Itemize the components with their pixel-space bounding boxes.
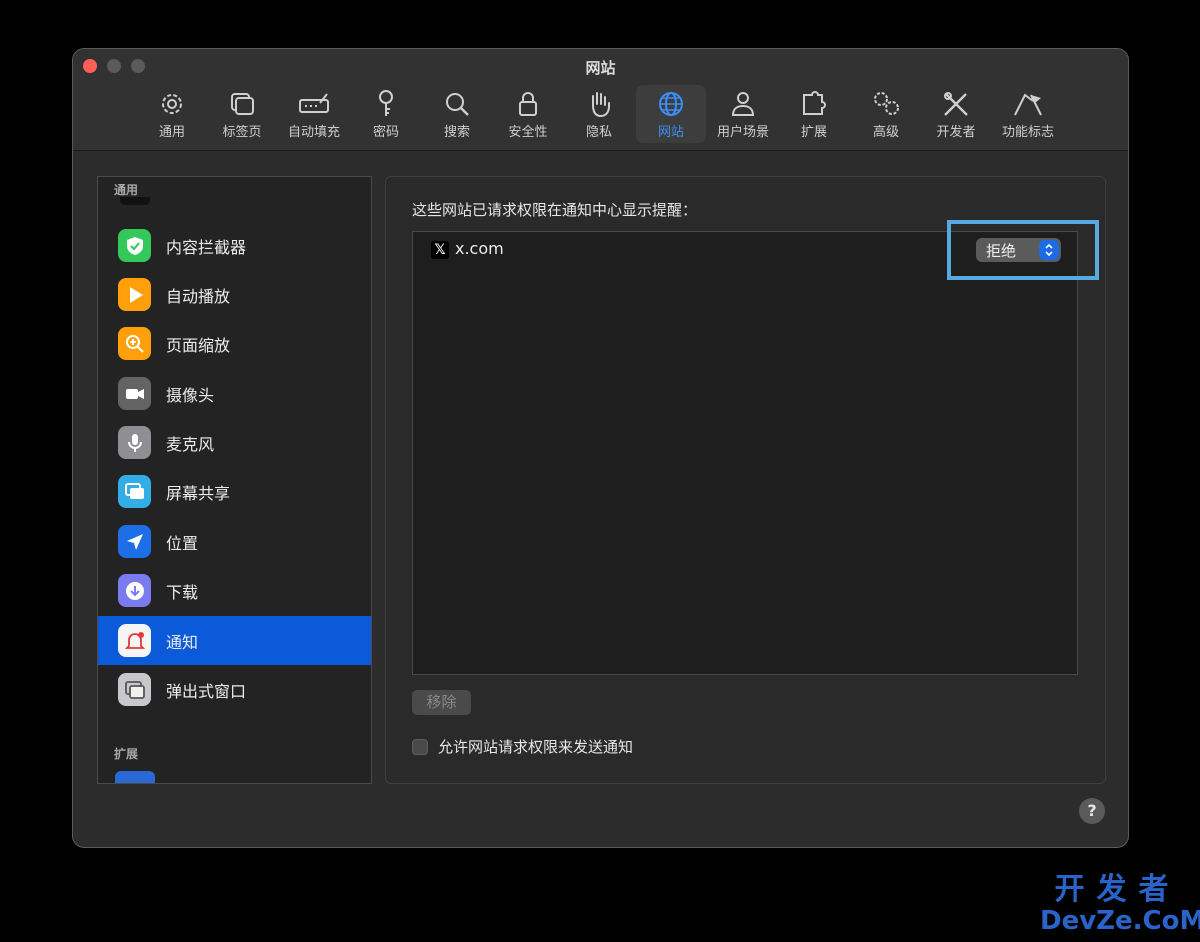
tab-search[interactable]: 搜索 [422,85,492,143]
sidebar-item-label: 通知 [166,632,199,652]
bell-icon [118,624,151,657]
flags-icon [1014,93,1042,116]
sidebar-item-notifications[interactable]: 通知 [98,616,371,665]
tab-general[interactable]: 通用 [137,85,207,143]
sidebar-item-label: 位置 [166,533,199,553]
autofill-icon [299,93,329,113]
tab-websites[interactable]: 网站 [636,85,706,143]
sidebar-item-label: 弹出式窗口 [166,681,247,701]
person-icon [731,92,755,116]
tools-icon [944,92,968,116]
sidebar-item-screen-sharing[interactable]: 屏幕共享 [98,467,371,516]
sidebar-section-general: 通用 [114,183,139,197]
tab-label: 开发者 [936,125,976,140]
tab-label: 搜索 [443,125,470,140]
tab-security[interactable]: 安全性 [493,85,563,143]
x-logo-icon: 𝕏 [431,241,449,259]
watermark-line2: DevZe.CoM [1040,906,1200,936]
sidebar-item-label: 屏幕共享 [166,483,231,503]
microphone-icon [118,426,151,459]
sidebar-item-label: 摄像头 [166,385,215,405]
popup-window-icon [118,673,151,706]
titlebar: 网站 通用 标签页 自动填充 密码 搜索 安全性 隐私 网站 用户场景 扩展 高… [73,49,1128,151]
website-name: x.com [455,239,504,258]
sidebar-item-label: 下载 [166,582,199,602]
sidebar-item-popup-windows[interactable]: 弹出式窗口 [98,665,371,714]
sidebar-item-downloads[interactable]: 下载 [98,566,371,615]
sidebar-item-location[interactable]: 位置 [98,517,371,566]
tab-passwords[interactable]: 密码 [351,85,421,143]
tab-label: 功能标志 [1001,125,1054,140]
tab-privacy[interactable]: 隐私 [564,85,634,143]
sidebar-item-label: 自动播放 [166,286,231,306]
play-icon [118,278,151,311]
allow-requests-checkbox[interactable] [412,739,428,755]
tab-tabs[interactable]: 标签页 [207,85,277,143]
tab-advanced[interactable]: 高级 [851,85,921,143]
tab-label: 扩展 [800,125,827,140]
screen-share-icon [118,475,151,508]
search-icon [446,93,469,116]
highlight-box [947,220,1099,280]
panel-heading: 这些网站已请求权限在通知中心显示提醒： [412,201,698,219]
download-icon [118,574,151,607]
sidebar-item-microphone[interactable]: 麦克风 [98,418,371,467]
watermark-line1: 开发者 [1054,872,1181,907]
preferences-window: 网站 通用 标签页 自动填充 密码 搜索 安全性 隐私 网站 用户场景 扩展 高… [72,48,1129,848]
tab-label: 标签页 [222,125,262,140]
tab-label: 网站 [657,125,684,140]
tab-profiles[interactable]: 用户场景 [708,85,778,143]
puzzle-icon [803,91,826,115]
sidebar-item-autoplay[interactable]: 自动播放 [98,270,371,319]
globe-icon [659,92,683,116]
gear-icon [162,94,182,114]
sidebar-item-label: 麦克风 [166,434,215,454]
tab-label: 安全性 [508,125,548,140]
lock-icon [519,92,537,116]
sidebar-item-label: 页面缩放 [166,335,231,355]
tab-label: 高级 [872,125,899,140]
sidebar-item-content-blockers[interactable]: 内容拦截器 [98,221,371,270]
toolbar: 通用 标签页 自动填充 密码 搜索 安全性 隐私 网站 用户场景 扩展 高级 开… [73,85,1128,147]
tab-label: 自动填充 [287,125,340,140]
tab-label: 用户场景 [716,125,769,140]
sidebar-section-extensions: 扩展 [114,747,139,761]
camera-icon [118,377,151,410]
sidebar-item-label: 内容拦截器 [166,237,247,257]
shield-check-icon [118,229,151,262]
extension-icon[interactable] [115,771,155,783]
tab-label: 隐私 [585,125,612,140]
website-list[interactable]: 𝕏 x.com 拒绝 [412,231,1078,675]
window-title: 网站 [585,59,616,77]
help-button[interactable]: ? [1079,798,1105,824]
tabs-icon [231,93,254,115]
allow-requests-label: 允许网站请求权限来发送通知 [438,738,634,756]
tab-label: 密码 [372,125,399,140]
tab-developer[interactable]: 开发者 [921,85,991,143]
remove-button[interactable]: 移除 [412,690,471,715]
sidebar-item-camera[interactable]: 摄像头 [98,369,371,418]
tab-autofill[interactable]: 自动填充 [279,85,349,143]
tab-feature-flags[interactable]: 功能标志 [993,85,1063,143]
gears-icon [874,92,899,115]
location-arrow-icon [118,525,151,558]
hand-icon [592,92,610,118]
zoom-icon [118,327,151,360]
key-icon [379,90,393,116]
tab-extensions[interactable]: 扩展 [779,85,849,143]
tab-label: 通用 [158,125,185,140]
watermark: 开发者 DevZe.CoM [1040,872,1200,937]
partial-icon [120,197,150,205]
sidebar: 通用 内容拦截器 自动播放 页面缩放 摄像头 麦克风 屏幕共享 位置 下载 通知… [97,176,372,784]
sidebar-item-page-zoom[interactable]: 页面缩放 [98,319,371,368]
